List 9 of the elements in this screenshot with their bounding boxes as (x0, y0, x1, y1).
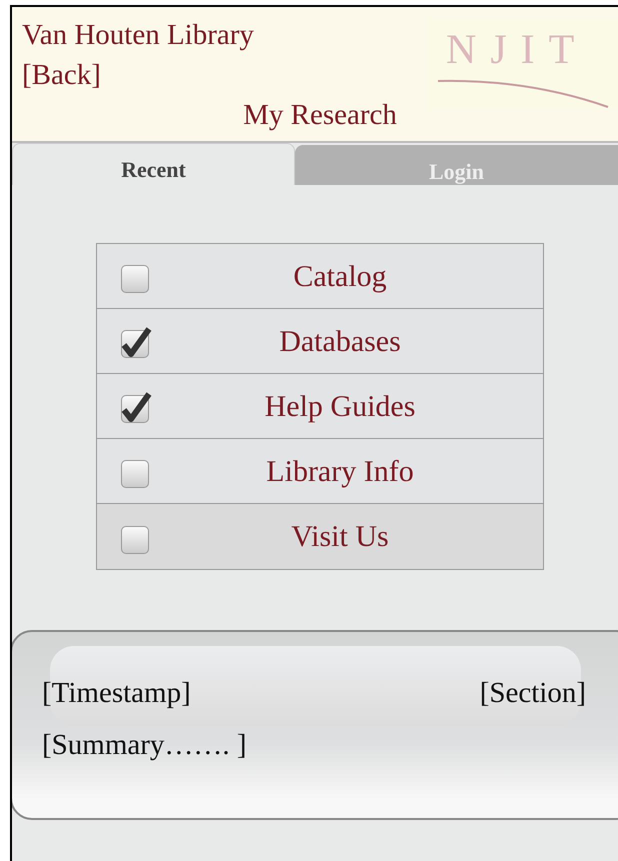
summary: [Summary……. ] (42, 728, 247, 762)
page-title: My Research (242, 98, 398, 133)
tab[interactable]: Recent (12, 143, 295, 185)
logo: NJIT (428, 19, 618, 109)
timestamp: [Timestamp] (42, 676, 191, 711)
library-title: Van Houten Library (22, 18, 254, 53)
history-card[interactable]: [Timestamp] [Section] [Summary……. ] (12, 630, 618, 820)
back-link[interactable]: [Back] (22, 55, 101, 95)
section-label: [Section] (480, 676, 586, 711)
